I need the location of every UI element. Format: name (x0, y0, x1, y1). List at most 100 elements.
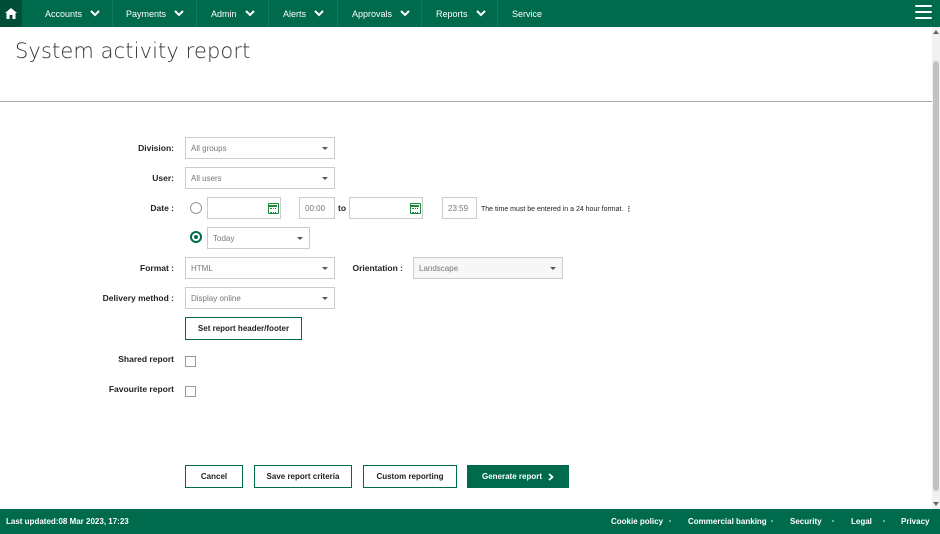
top-navigation: Accounts Payments Admin Alerts Approvals… (0, 0, 940, 27)
home-button[interactable] (0, 0, 22, 27)
footer-link-privacy[interactable]: Privacy (901, 517, 929, 526)
date-preset-select[interactable]: Today (207, 227, 310, 249)
generate-report-label: Generate report (481, 472, 543, 481)
orientation-label: Orientation : (352, 263, 403, 273)
nav-payments[interactable]: Payments (126, 0, 184, 27)
calendar-icon[interactable] (268, 203, 279, 214)
scroll-up-arrow-icon[interactable] (933, 30, 939, 34)
dropdown-caret-icon (322, 267, 328, 270)
user-value: All users (191, 173, 222, 183)
menu-bar (915, 17, 932, 19)
time-format-hint: The time must be entered in a 24 hour fo… (481, 205, 632, 213)
footer-link-cookie-policy[interactable]: Cookie policy (611, 517, 663, 526)
page-root: Accounts Payments Admin Alerts Approvals… (0, 0, 940, 534)
time-to-value: 23:59 (448, 203, 469, 213)
footer: Last updated:08 Mar 2023, 17:23 Cookie p… (0, 509, 940, 534)
footer-link-legal[interactable]: Legal (851, 517, 872, 526)
footer-link-security[interactable]: Security (790, 517, 822, 526)
generate-report-button[interactable]: Generate report (467, 465, 569, 488)
favourite-report-checkbox[interactable] (185, 386, 196, 397)
format-select[interactable]: HTML (185, 257, 335, 279)
division-label: Division: (138, 143, 174, 153)
save-report-criteria-label: Save report criteria (266, 472, 340, 481)
custom-reporting-button[interactable]: Custom reporting (363, 465, 457, 488)
nav-divider (268, 0, 269, 27)
date-from-input[interactable] (207, 197, 281, 219)
nav-accounts-label: Accounts (45, 8, 83, 19)
footer-link-commercial-banking[interactable]: Commercial banking (688, 517, 767, 526)
format-value: HTML (191, 263, 213, 273)
format-label: Format : (140, 263, 174, 273)
nav-reports-label: Reports (436, 8, 468, 19)
home-icon (5, 8, 17, 19)
cancel-label: Cancel (200, 472, 228, 481)
nav-accounts[interactable]: Accounts (45, 0, 100, 27)
cancel-button[interactable]: Cancel (185, 465, 243, 488)
dropdown-caret-icon (322, 297, 328, 300)
chevron-down-icon (314, 10, 324, 17)
dropdown-caret-icon (297, 237, 303, 240)
date-to-input[interactable] (349, 197, 423, 219)
nav-alerts[interactable]: Alerts (283, 0, 324, 27)
dropdown-caret-icon (550, 267, 556, 270)
user-select[interactable]: All users (185, 167, 335, 189)
nav-service-label: Service (512, 8, 543, 19)
date-range-radio[interactable] (190, 202, 202, 214)
colon-icon: ⋮ (625, 206, 633, 213)
footer-separator-dot (669, 520, 671, 522)
date-preset-value: Today (213, 233, 235, 243)
nav-payments-label: Payments (126, 8, 167, 19)
delivery-method-value: Display online (191, 293, 241, 303)
date-label: Date : (150, 203, 174, 213)
chevron-right-icon (548, 472, 554, 481)
orientation-select[interactable]: Landscape (413, 257, 563, 279)
chevron-down-icon (475, 10, 486, 17)
menu-bar (915, 11, 932, 13)
hamburger-menu-icon[interactable] (915, 5, 932, 19)
nav-divider (421, 0, 422, 27)
set-report-header-footer-button[interactable]: Set report header/footer (185, 317, 302, 340)
scroll-down-arrow-icon[interactable] (933, 502, 939, 506)
chevron-down-icon (244, 10, 255, 17)
chevron-down-icon (400, 10, 410, 17)
footer-separator-dot (771, 520, 773, 522)
shared-report-label: Shared report (118, 354, 174, 364)
menu-bar (915, 5, 932, 7)
delivery-method-select[interactable]: Display online (185, 287, 335, 309)
footer-separator-dot (832, 520, 834, 522)
date-preset-radio[interactable] (190, 231, 202, 243)
nav-divider (196, 0, 197, 27)
vertical-scrollbar[interactable] (932, 27, 940, 509)
nav-service[interactable]: Service (512, 0, 542, 27)
title-divider (0, 101, 932, 102)
nav-approvals-label: Approvals (352, 8, 393, 19)
page-title: System activity report (15, 39, 251, 63)
nav-divider (112, 0, 113, 27)
dropdown-caret-icon (322, 177, 328, 180)
scroll-thumb[interactable] (933, 61, 939, 491)
shared-report-checkbox[interactable] (185, 356, 196, 367)
time-from-input[interactable]: 00:00 (299, 197, 335, 219)
time-from-value: 00:00 (305, 203, 326, 213)
footer-separator-dot (883, 520, 885, 522)
save-report-criteria-button[interactable]: Save report criteria (254, 465, 352, 488)
last-updated-text: Last updated:08 Mar 2023, 17:23 (6, 517, 129, 526)
nav-divider (337, 0, 338, 27)
nav-reports[interactable]: Reports (436, 0, 486, 27)
calendar-icon[interactable] (410, 203, 421, 214)
nav-alerts-label: Alerts (283, 8, 307, 19)
to-label: to (338, 203, 347, 213)
time-format-hint-text: The time must be entered in a 24 hour fo… (481, 206, 624, 213)
division-value: All groups (191, 143, 227, 153)
chevron-down-icon (90, 10, 100, 17)
nav-approvals[interactable]: Approvals (352, 0, 410, 27)
delivery-method-label: Delivery method : (102, 293, 174, 303)
chevron-down-icon (174, 10, 184, 17)
time-to-input[interactable]: 23:59 (442, 197, 477, 219)
division-select[interactable]: All groups (185, 137, 335, 159)
set-report-header-footer-label: Set report header/footer (197, 324, 290, 333)
nav-divider (497, 0, 498, 27)
nav-admin-label: Admin (211, 8, 237, 19)
nav-admin[interactable]: Admin (211, 0, 255, 27)
dropdown-caret-icon (322, 147, 328, 150)
